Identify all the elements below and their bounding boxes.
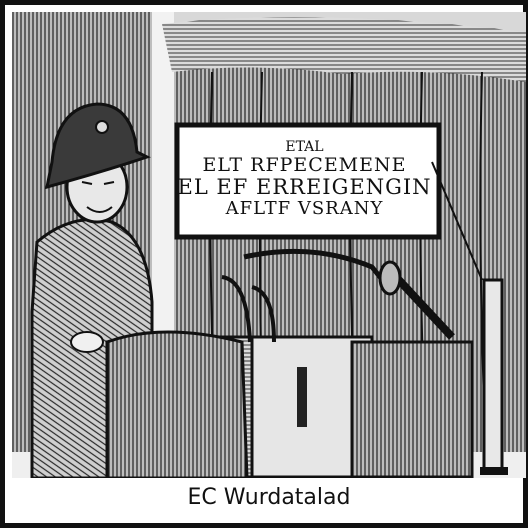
lamp-post [482,278,504,472]
sign-line-1: ETAL [285,139,324,155]
caption: EC Wurdatalad [187,485,351,510]
cartoon-frame: ETAL ELT RFPECEMENE EL EF ERREIGENGIN AF… [0,0,528,528]
sign-text: ETAL ELT RFPECEMENE EL EF ERREIGENGIN AF… [177,130,432,230]
illustration [12,12,526,478]
sign-line-2: ELT RFPECEMENE [202,154,407,176]
sign-line-3: EL EF ERREIGENGIN [177,175,432,199]
sign-line-4: AFLTF VSRANY [225,198,384,219]
machine [350,340,474,478]
